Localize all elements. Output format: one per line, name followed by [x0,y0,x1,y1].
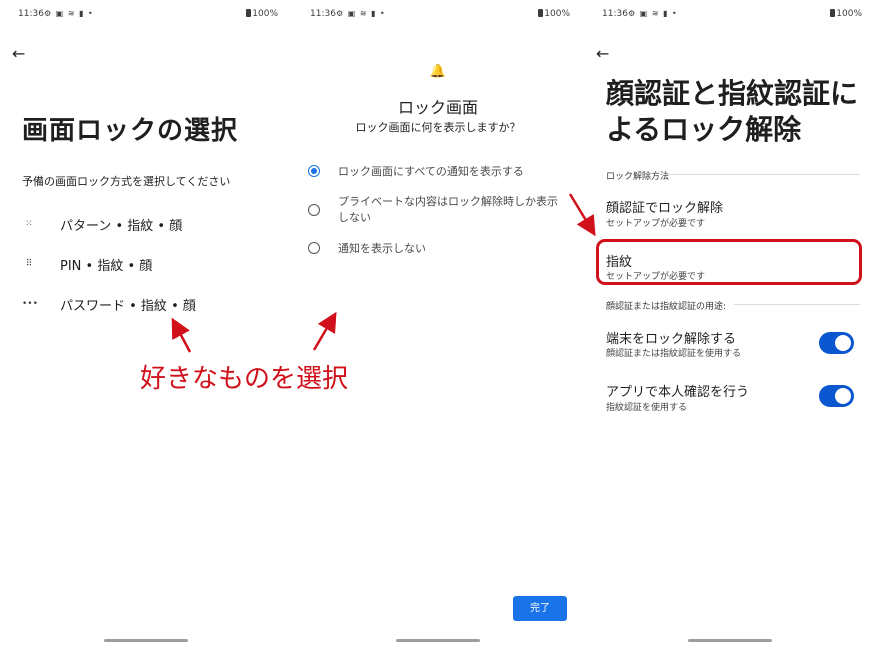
status-bar: 11:36 ⚙ ▣ ≋ ▮ • 100% [292,9,584,23]
face-unlock-status: セットアップが必要です [606,219,706,229]
section-divider [734,304,860,305]
radio-hide-private[interactable]: プライベートな内容はロック解除時しか表示しない [308,194,568,226]
battery-level: 100% [544,9,570,19]
pin-icon: ⠿ [25,259,33,269]
fingerprint-highlight-box [596,239,862,285]
radio-show-all-notifications[interactable]: ロック画面にすべての通知を表示する [308,164,568,180]
status-time: 11:36 [310,9,336,19]
battery-level: 100% [836,9,862,19]
radio-hide-notifications[interactable]: 通知を表示しない [308,241,568,257]
page-subtitle: 予備の画面ロック方式を選択してください [22,175,231,188]
face-unlock-title: 顔認証でロック解除 [606,201,724,216]
annotation-text: 好きなものを選択 [140,364,349,394]
radio-button[interactable] [308,204,320,216]
option-label: PIN • 指紋 • 顔 [60,258,153,274]
option-password[interactable]: ••• パスワード • 指紋 • 顔 [22,293,196,315]
gesture-nav-bar [688,639,772,642]
lock-screen-notifications-panel: 11:36 ⚙ ▣ ≋ ▮ • 100% 🔔 ロック画面 ロック画面に何を表示し… [292,0,584,650]
done-button[interactable]: 完了 [513,596,567,621]
unlock-device-toggle[interactable] [819,332,854,354]
section-header-unlock-methods: ロック解除方法 [606,172,670,182]
page-title: 画面ロックの選択 [22,116,239,146]
battery-indicator: 100% [538,9,570,19]
back-arrow-icon[interactable]: ← [12,44,25,63]
page-title: 顔認証と指紋認証によるロック解除 [606,77,859,146]
unlock-device-title: 端末をロック解除する [606,332,737,347]
page-title: ロック画面 [397,98,478,117]
status-icons: ⚙ ▣ ≋ ▮ • [44,9,94,18]
screen-lock-selection-panel: 11:36 ⚙ ▣ ≋ ▮ • 100% ← 画面ロックの選択 予備の画面ロック… [0,0,292,650]
app-verify-title: アプリで本人確認を行う [606,385,750,400]
pattern-icon: ⁙ [25,219,33,229]
radio-button-checked[interactable] [308,165,320,177]
status-bar: 11:36 ⚙ ▣ ≋ ▮ • 100% [584,9,876,23]
battery-indicator: 100% [830,9,862,19]
app-verify-toggle[interactable] [819,385,854,407]
section-divider [664,174,860,175]
radio-button[interactable] [308,242,320,254]
gesture-nav-bar [104,639,188,642]
page-subtitle: ロック画面に何を表示しますか？ [355,121,521,134]
option-label: パスワード • 指紋 • 顔 [60,298,196,314]
radio-label: プライベートな内容はロック解除時しか表示しない [338,195,558,224]
bell-icon: 🔔 [429,64,447,79]
battery-indicator: 100% [246,9,278,19]
status-time: 11:36 [18,9,44,19]
option-pattern[interactable]: ⁙ パターン • 指紋 • 顔 [22,213,182,235]
battery-icon [830,9,836,17]
radio-label: ロック画面にすべての通知を表示する [338,165,524,178]
radio-label: 通知を表示しない [338,242,426,255]
gesture-nav-bar [396,639,480,642]
battery-level: 100% [252,9,278,19]
battery-icon [538,9,544,17]
status-icons: ⚙ ▣ ≋ ▮ • [628,9,678,18]
status-time: 11:36 [602,9,628,19]
battery-icon [246,9,252,17]
status-icons: ⚙ ▣ ≋ ▮ • [336,9,386,18]
option-pin[interactable]: ⠿ PIN • 指紋 • 顔 [22,253,153,275]
option-label: パターン • 指紋 • 顔 [60,218,183,234]
unlock-device-sub: 顔認証または指紋認証を使用する [606,349,742,359]
app-verify-sub: 指紋認証を使用する [606,403,688,413]
back-arrow-icon[interactable]: ← [596,44,609,63]
section-header-usage: 顔認証または指紋認証の用途: [606,302,727,312]
password-icon: ••• [22,299,38,309]
status-bar: 11:36 ⚙ ▣ ≋ ▮ • 100% [0,9,292,23]
face-fingerprint-unlock-panel: 11:36 ⚙ ▣ ≋ ▮ • 100% ← 顔認証と指紋認証によるロック解除 … [584,0,876,650]
